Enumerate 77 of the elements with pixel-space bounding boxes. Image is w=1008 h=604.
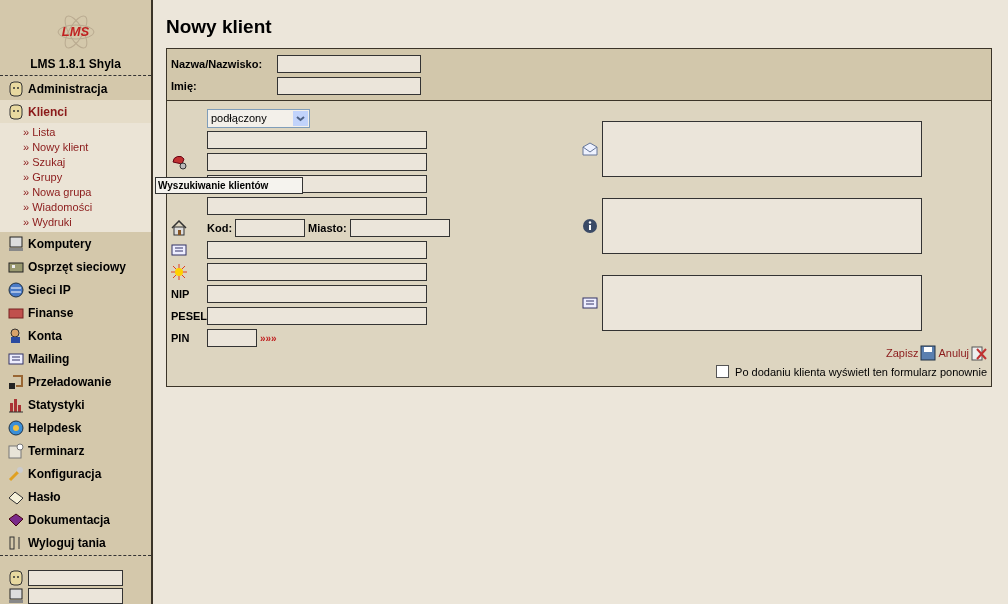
- menu-item[interactable]: Mailing: [0, 347, 151, 370]
- notes-field[interactable]: [602, 121, 922, 177]
- tooltip: Wyszukiwanie klientów: [155, 177, 303, 194]
- text-field[interactable]: [349, 219, 450, 237]
- sun-icon: [171, 264, 187, 280]
- text-field[interactable]: [207, 131, 427, 149]
- text-field[interactable]: [207, 329, 257, 347]
- first-name-label: Imię:: [171, 80, 197, 92]
- checkbox[interactable]: [716, 365, 730, 379]
- menu-item[interactable]: Administracja: [0, 77, 151, 100]
- submenu-link[interactable]: » Lista: [23, 125, 151, 140]
- envelope-icon: [582, 142, 598, 156]
- globe-icon: [8, 281, 24, 298]
- menu-item[interactable]: Przeładowanie: [0, 370, 151, 393]
- name-label: Nazwa/Nazwisko:: [171, 58, 263, 70]
- menu-item[interactable]: Finanse: [0, 301, 151, 324]
- text-field[interactable]: [207, 153, 427, 171]
- status-dropdown[interactable]: podłączony: [207, 108, 310, 128]
- menu-item[interactable]: Helpdesk: [0, 416, 151, 439]
- pin-generate-link[interactable]: »»»: [260, 330, 277, 346]
- menu-item[interactable]: Komputery: [0, 232, 151, 255]
- menu-item[interactable]: Hasło: [0, 485, 151, 508]
- postcode-label: Kod:: [207, 220, 233, 236]
- id-card-icon: [582, 297, 598, 309]
- submenu-link[interactable]: » Szukaj: [23, 155, 151, 170]
- city-label: Miasto:: [308, 220, 347, 236]
- pesel-label: PESEL: [171, 310, 208, 322]
- calendar-icon: [8, 442, 24, 459]
- notes-field[interactable]: [602, 198, 922, 254]
- submenu-link[interactable]: » Wydruki: [23, 215, 151, 230]
- monitor-icon: [8, 235, 24, 252]
- text-field[interactable]: [207, 241, 427, 259]
- menu-item[interactable]: Klienci: [0, 100, 151, 123]
- face-icon: [8, 80, 24, 97]
- globe-icon: [8, 419, 24, 436]
- caret-icon: [293, 110, 308, 126]
- wrench-icon: [8, 465, 24, 482]
- submenu-link[interactable]: » Grupy: [23, 170, 151, 185]
- envelope-icon: [8, 350, 24, 367]
- text-field[interactable]: [277, 77, 421, 95]
- text-field[interactable]: [207, 307, 427, 325]
- pin-label: PIN: [171, 332, 190, 344]
- text-field[interactable]: [207, 263, 427, 281]
- menu-item[interactable]: Wyloguj tania: [0, 531, 151, 554]
- notes-field[interactable]: [602, 275, 922, 331]
- submenu-link[interactable]: » Nowa grupa: [23, 185, 151, 200]
- face-icon: [8, 570, 24, 586]
- face-icon: [8, 103, 24, 120]
- text-field[interactable]: [235, 219, 306, 237]
- info-icon: [582, 218, 598, 234]
- menu-item[interactable]: Osprzęt sieciowy: [0, 255, 151, 278]
- menu-item[interactable]: Konfiguracja: [0, 462, 151, 485]
- cancel-link[interactable]: Anuluj: [938, 345, 969, 362]
- quick-search-field[interactable]: [28, 570, 123, 586]
- monitor-icon: [8, 588, 24, 604]
- nip-label: NIP: [171, 288, 190, 300]
- floppy-icon: [920, 345, 937, 362]
- menu-item[interactable]: Konta: [0, 324, 151, 347]
- menu-item[interactable]: Statystyki: [0, 393, 151, 416]
- menu-item[interactable]: Terminarz: [0, 439, 151, 462]
- submenu-link[interactable]: » Wiadomości: [23, 200, 151, 215]
- text-field[interactable]: [277, 55, 421, 73]
- save-link[interactable]: Zapisz: [886, 345, 919, 362]
- cancel-icon: [971, 345, 987, 362]
- id-card-icon: [171, 244, 187, 256]
- checkbox-label: Po dodaniu klienta wyświetl ten formularz ponownie: [735, 364, 987, 380]
- text-field[interactable]: [207, 285, 427, 303]
- text-field[interactable]: [207, 197, 427, 215]
- page-title: Nowy klient: [166, 15, 273, 39]
- submenu-link[interactable]: » Nowy klient: [23, 140, 151, 155]
- bar-chart-icon: [8, 396, 24, 413]
- menu-item[interactable]: Dokumentacja: [0, 508, 151, 531]
- quick-search-field[interactable]: [28, 588, 123, 604]
- house-icon: [171, 220, 187, 236]
- menu-item[interactable]: Sieci IP: [0, 278, 151, 301]
- version-text: LMS 1.8.1 Shyla: [30, 56, 121, 73]
- logo[interactable]: LMS: [55, 12, 96, 52]
